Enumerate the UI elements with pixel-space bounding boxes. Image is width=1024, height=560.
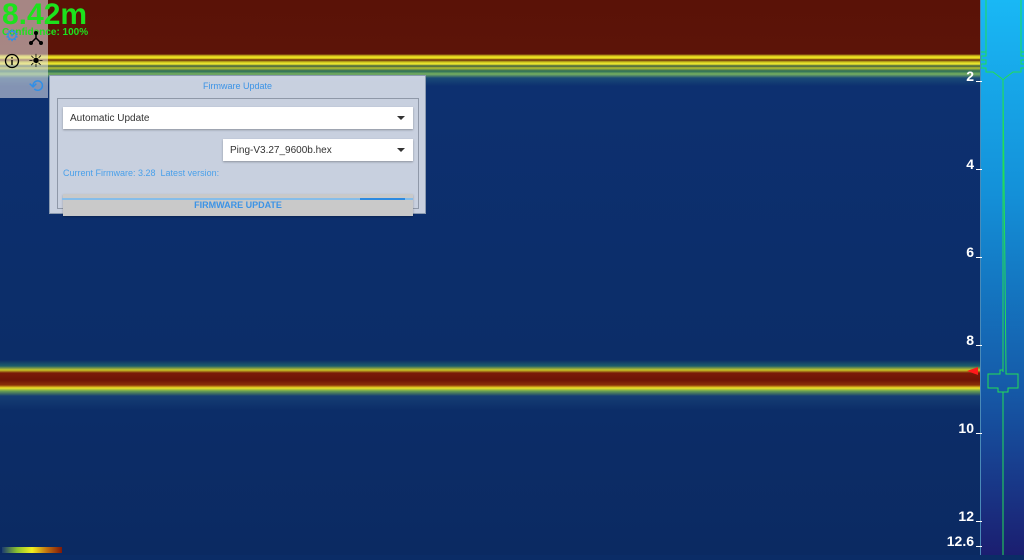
network-icon[interactable]	[25, 27, 47, 49]
profile-trace	[980, 0, 1024, 555]
firmware-file-value: Ping-V3.27_9600b.hex	[230, 145, 332, 156]
current-firmware-label: Current Firmware: 3.28	[63, 168, 156, 178]
brightness-icon[interactable]: ☀	[25, 50, 47, 72]
firmware-info: Current Firmware: 3.28 Latest version:	[63, 168, 219, 178]
update-progress-bar	[62, 198, 413, 200]
update-mode-select[interactable]: Automatic Update	[63, 107, 413, 129]
firmware-update-icon[interactable]: ⟲	[25, 75, 47, 97]
dialog-title: Firmware Update	[202, 81, 273, 91]
firmware-update-dialog: Firmware Update Automatic Update Current…	[49, 75, 426, 216]
depth-marker-icon	[967, 367, 978, 375]
depth-tick: 12	[958, 508, 982, 524]
depth-tick: 6	[966, 244, 982, 260]
latest-version-label: Latest version:	[160, 168, 220, 178]
depth-tick: 4	[966, 156, 982, 172]
depth-tick: 2	[966, 68, 982, 84]
depth-tick: 10	[958, 420, 982, 436]
update-mode-value: Automatic Update	[70, 113, 150, 124]
dialog-content: Automatic Update Current Firmware: 3.28 …	[57, 98, 419, 216]
chevron-down-icon	[397, 116, 405, 120]
info-icon[interactable]	[1, 50, 23, 72]
depth-tick: 12.6	[946, 533, 983, 549]
progress-indicator	[360, 198, 405, 200]
color-scale-bar	[2, 547, 62, 553]
settings-icon[interactable]: ⚙	[1, 25, 23, 47]
depth-tick: 8	[966, 332, 982, 348]
firmware-file-select[interactable]: Ping-V3.27_9600b.hex	[223, 139, 413, 161]
chevron-down-icon	[397, 148, 405, 152]
depth-profile-panel	[980, 0, 1024, 555]
